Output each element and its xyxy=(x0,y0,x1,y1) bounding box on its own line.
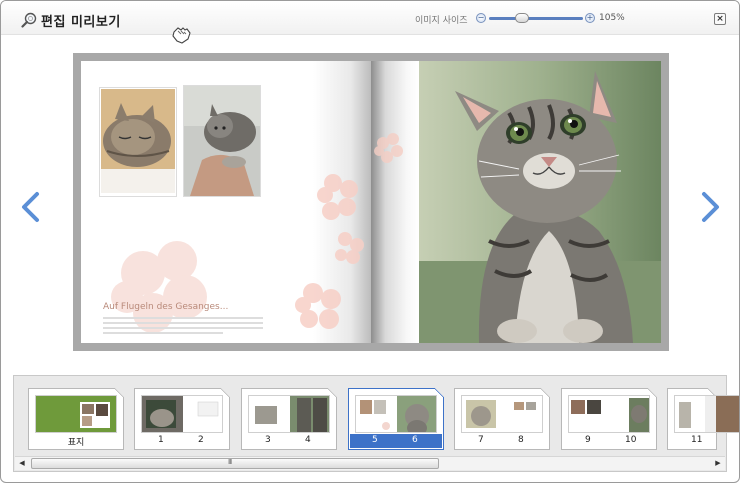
window-title: 편집 미리보기 xyxy=(41,15,121,30)
thumbnail-page-label: 3 xyxy=(265,435,271,445)
hand-cursor-icon xyxy=(172,27,191,44)
page-thumbnail-strip: 표지 1 2 3 4 5 6 7 8 9 10 11 ◀ III ▶ xyxy=(13,375,739,472)
book-gutter xyxy=(371,61,419,343)
thumbnail-labels: 표지 xyxy=(30,434,122,448)
thumbnail-image xyxy=(141,395,223,433)
flower-decoration-icon xyxy=(374,133,403,163)
thumbnail-page-label: 9 xyxy=(585,435,591,445)
thumbnail-page-label: 표지 xyxy=(67,438,85,448)
thumbnail-image xyxy=(461,395,543,433)
thumbnail-labels: 34 xyxy=(243,434,335,448)
thumbnail-labels: 78 xyxy=(456,434,548,448)
kitten-photo-icon xyxy=(184,86,260,196)
photo-sleeping-kitten xyxy=(99,87,177,197)
thumbnail-image xyxy=(355,395,437,433)
thumbnail-labels: 11 xyxy=(669,434,715,448)
thumbnail-image xyxy=(568,395,650,433)
zoom-label: 이미지 사이즈 xyxy=(415,16,468,26)
thumbnail-page-label: 7 xyxy=(478,435,484,445)
book-spread: Auf Flugeln des Gesanges... xyxy=(73,53,669,351)
page-thumbnail[interactable]: 34 xyxy=(241,388,337,450)
left-page: Auf Flugeln des Gesanges... xyxy=(81,61,371,343)
kitten-photo-icon xyxy=(101,89,175,193)
scrollbar-thumb[interactable]: III xyxy=(31,458,439,469)
zoom-out-button[interactable]: − xyxy=(476,13,486,23)
thumbnail-page-label: 4 xyxy=(305,435,311,445)
previous-page-button[interactable] xyxy=(19,191,43,223)
thumbnail-page-label: 5 xyxy=(372,435,378,445)
thumbnail-page-label: 6 xyxy=(412,435,418,445)
thumbnail-labels: 12 xyxy=(136,434,228,448)
page-thumbnail[interactable]: 56 xyxy=(348,388,444,450)
page-thumbnail[interactable]: 표지 xyxy=(28,388,124,450)
scrollbar-grip: III xyxy=(228,458,232,466)
scroll-left-button[interactable]: ◀ xyxy=(15,457,29,470)
photo-kitten-portrait xyxy=(419,61,661,343)
kitten-photo-icon xyxy=(419,61,661,343)
page-heading: Auf Flugeln des Gesanges... xyxy=(103,302,229,312)
page-body-text xyxy=(103,317,263,337)
page-thumbnail[interactable]: 78 xyxy=(454,388,550,450)
page-thumbnail[interactable]: 9 10 xyxy=(561,388,657,450)
thumbnail-page-label: 11 xyxy=(691,435,703,445)
zoom-slider-thumb[interactable] xyxy=(514,13,529,23)
page-thumbnail[interactable]: 11 xyxy=(667,388,739,450)
zoom-value: 105% xyxy=(599,13,625,23)
thumbnail-page-label: 1 xyxy=(158,435,164,445)
thumbnail-labels: 56 xyxy=(350,434,442,448)
edit-preview-window: 편집 미리보기 이미지 사이즈 − + 105% × Auf Flugeln d… xyxy=(0,0,740,483)
thumbnail-page-label: 10 xyxy=(625,435,637,445)
next-page-button[interactable] xyxy=(698,191,722,223)
photo-playing-kitten xyxy=(183,85,261,197)
zoom-in-button[interactable]: + xyxy=(585,13,595,23)
thumbnail-image xyxy=(674,395,739,433)
title-bar: 편집 미리보기 이미지 사이즈 − + 105% × xyxy=(1,1,739,44)
magnifier-icon xyxy=(21,12,37,28)
page-thumbnail[interactable]: 12 xyxy=(134,388,230,450)
zoom-slider-track[interactable] xyxy=(489,17,583,20)
thumbnail-image xyxy=(248,395,330,433)
thumbnail-page-label: 8 xyxy=(518,435,524,445)
close-button[interactable]: × xyxy=(714,13,726,25)
scroll-right-button[interactable]: ▶ xyxy=(711,457,725,470)
thumbnail-page-label: 2 xyxy=(198,435,204,445)
thumbnail-labels: 9 10 xyxy=(563,434,655,448)
thumbnail-image xyxy=(35,395,117,433)
horizontal-scrollbar[interactable]: ◀ III ▶ xyxy=(15,456,725,470)
